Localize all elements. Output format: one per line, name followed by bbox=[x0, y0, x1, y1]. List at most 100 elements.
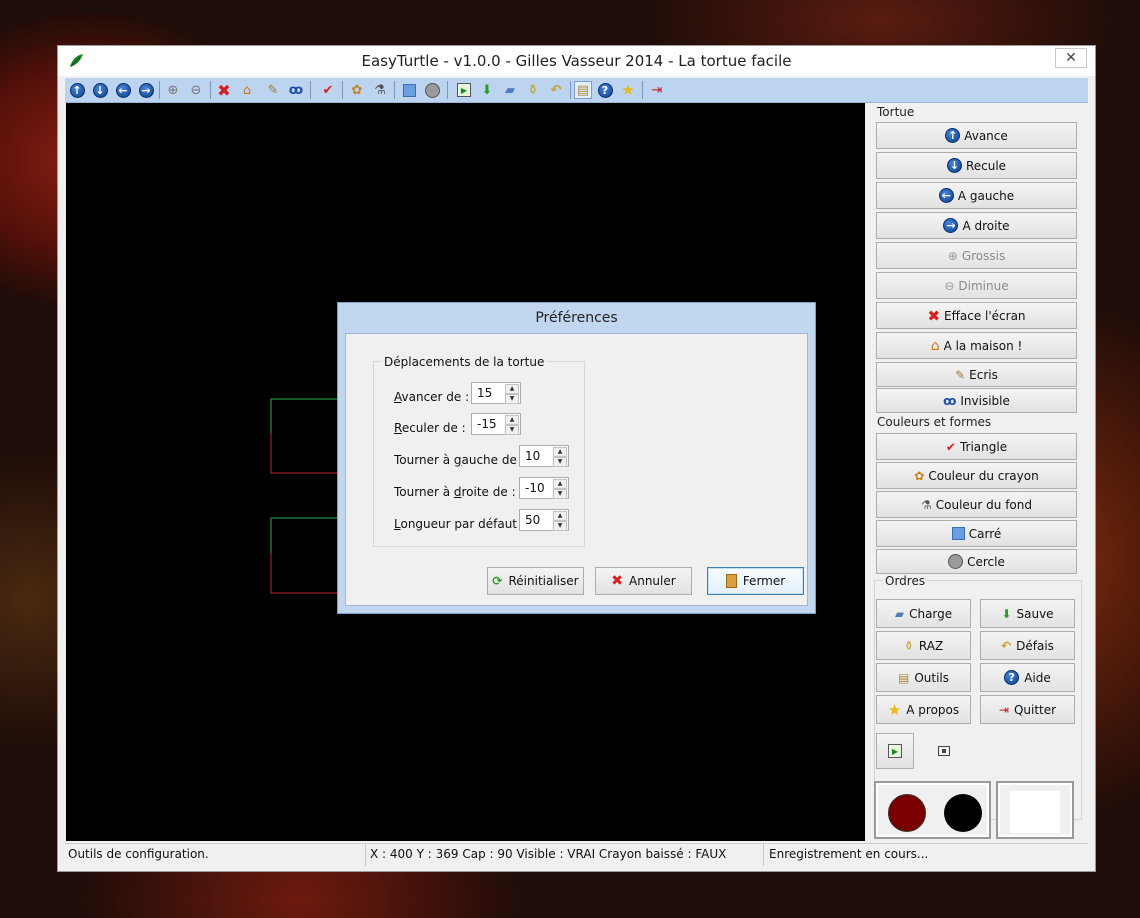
a-propos-button[interactable]: ★ A propos bbox=[876, 695, 971, 724]
defais-button[interactable]: ↶ Défais bbox=[980, 631, 1075, 660]
couleur-crayon-button[interactable]: ✿ Couleur du crayon bbox=[876, 462, 1077, 489]
efface-ecran-button[interactable]: ✖ Efface l'écran bbox=[876, 302, 1077, 329]
reculer-spinbox[interactable]: -15 ▲ ▼ bbox=[471, 413, 521, 435]
star-icon[interactable]: ★ bbox=[619, 81, 637, 99]
circle-icon[interactable] bbox=[423, 81, 441, 99]
arrow-left-icon: ← bbox=[938, 188, 954, 203]
home-icon[interactable]: ⌂ bbox=[238, 81, 256, 99]
tools-icon[interactable]: ▤ bbox=[574, 81, 592, 99]
charge-button[interactable]: ▰ Charge bbox=[876, 599, 971, 628]
stop-icon bbox=[938, 746, 950, 756]
button-label: A la maison ! bbox=[943, 338, 1023, 353]
toolbar-separator bbox=[159, 81, 160, 99]
quitter-button[interactable]: ⇥ Quitter bbox=[980, 695, 1075, 724]
spin-up-button[interactable]: ▲ bbox=[505, 415, 519, 425]
help-icon[interactable]: ? bbox=[596, 81, 614, 99]
spin-down-button[interactable]: ▼ bbox=[505, 425, 519, 435]
tourner-droite-label: Tourner à droite de : bbox=[394, 485, 516, 499]
toolbar-separator bbox=[570, 81, 571, 99]
longueur-spinbox[interactable]: 50 ▲ ▼ bbox=[519, 509, 569, 531]
palette-icon[interactable]: ✿ bbox=[348, 81, 366, 99]
binoculars-icon[interactable]: ꝏ bbox=[287, 81, 305, 99]
undo-icon[interactable]: ↶ bbox=[547, 81, 565, 99]
tourner-droite-spinbox[interactable]: -10 ▲ ▼ bbox=[519, 477, 569, 499]
paint-bucket-icon: ⚗ bbox=[921, 497, 932, 512]
invisible-button[interactable]: ꝏ Invisible bbox=[876, 388, 1077, 413]
spin-down-button[interactable]: ▼ bbox=[553, 457, 567, 467]
longueur-label: Longueur par défaut : bbox=[394, 517, 525, 531]
avance-button[interactable]: ↑ Avance bbox=[876, 122, 1077, 149]
button-label: Réinitialiser bbox=[508, 574, 579, 588]
button-label: RAZ bbox=[918, 638, 944, 653]
reinitialiser-button[interactable]: ⟳ Réinitialiser bbox=[487, 567, 584, 595]
status-separator bbox=[763, 844, 764, 866]
paint-bucket-icon[interactable]: ⚗ bbox=[371, 81, 389, 99]
spin-down-button[interactable]: ▼ bbox=[553, 489, 567, 499]
fermer-button[interactable]: Fermer bbox=[707, 567, 804, 595]
pen-icon[interactable]: ✎ bbox=[264, 81, 282, 99]
moves-group-title: Déplacements de la tortue bbox=[381, 355, 548, 369]
run-icon[interactable]: ▶ bbox=[455, 81, 473, 99]
outils-button[interactable]: ▤ Outils bbox=[876, 663, 971, 692]
arrow-left-icon[interactable]: ← bbox=[114, 81, 132, 99]
stop-button[interactable] bbox=[925, 733, 963, 769]
background-color-swatch-box bbox=[996, 781, 1074, 839]
spin-down-button[interactable]: ▼ bbox=[505, 394, 519, 404]
pen-color-swatch-secondary[interactable] bbox=[944, 794, 982, 832]
sauve-button[interactable]: ⬇ Sauve bbox=[980, 599, 1075, 628]
zoom-out-icon[interactable]: ⊖ bbox=[187, 81, 205, 99]
spin-up-button[interactable]: ▲ bbox=[553, 447, 567, 457]
pen-color-swatch[interactable] bbox=[888, 794, 926, 832]
longueur-value: 50 bbox=[525, 513, 541, 527]
triangle-button[interactable]: ✔ Triangle bbox=[876, 433, 1077, 460]
background-color-swatch[interactable] bbox=[1010, 791, 1060, 833]
clear-screen-icon[interactable]: ✖ bbox=[215, 81, 233, 100]
square-icon[interactable] bbox=[400, 81, 418, 99]
spin-up-button[interactable]: ▲ bbox=[505, 384, 519, 394]
status-message: Outils de configuration. bbox=[68, 847, 209, 861]
button-label: Outils bbox=[914, 670, 950, 685]
a-gauche-button[interactable]: ← A gauche bbox=[876, 182, 1077, 209]
tourner-gauche-spinbox[interactable]: 10 ▲ ▼ bbox=[519, 445, 569, 467]
a-droite-button[interactable]: → A droite bbox=[876, 212, 1077, 239]
arrow-right-icon[interactable]: → bbox=[137, 81, 155, 99]
annuler-button[interactable]: ✖ Annuler bbox=[595, 567, 692, 595]
ecris-button[interactable]: ✎ Ecris bbox=[876, 362, 1077, 387]
spin-down-button[interactable]: ▼ bbox=[553, 521, 567, 531]
close-window-button[interactable]: ✕ bbox=[1055, 48, 1087, 68]
diminue-button[interactable]: ⊖ Diminue bbox=[876, 272, 1077, 299]
aide-button[interactable]: ? Aide bbox=[980, 663, 1075, 692]
raz-button[interactable]: ⚱ RAZ bbox=[876, 631, 971, 660]
exit-icon: ⇥ bbox=[998, 702, 1009, 717]
button-label: A propos bbox=[906, 702, 960, 717]
recule-button[interactable]: ↓ Recule bbox=[876, 152, 1077, 179]
status-bar: Outils de configuration. X : 400 Y : 369… bbox=[65, 843, 1088, 866]
a-la-maison-button[interactable]: ⌂ A la maison ! bbox=[876, 332, 1077, 359]
tourner-gauche-label-text: Tourner à gauche de : bbox=[394, 453, 525, 467]
arrow-up-icon[interactable]: ↑ bbox=[68, 81, 86, 99]
refresh-icon: ⟳ bbox=[492, 574, 503, 588]
button-label: Sauve bbox=[1016, 606, 1054, 621]
carre-button[interactable]: Carré bbox=[876, 520, 1077, 547]
cercle-button[interactable]: Cercle bbox=[876, 549, 1077, 574]
spin-up-button[interactable]: ▲ bbox=[553, 511, 567, 521]
arrow-down-icon: ↓ bbox=[946, 158, 962, 173]
save-icon[interactable]: ⬇ bbox=[478, 81, 496, 99]
button-label: Grossis bbox=[961, 248, 1006, 263]
couleur-fond-button[interactable]: ⚗ Couleur du fond bbox=[876, 491, 1077, 518]
button-label: Triangle bbox=[959, 439, 1008, 454]
avancer-spinbox[interactable]: 15 ▲ ▼ bbox=[471, 382, 521, 404]
arrow-down-icon[interactable]: ↓ bbox=[91, 81, 109, 99]
circle-icon bbox=[948, 554, 964, 569]
grossis-button[interactable]: ⊕ Grossis bbox=[876, 242, 1077, 269]
exit-icon[interactable]: ⇥ bbox=[648, 81, 666, 99]
spin-up-button[interactable]: ▲ bbox=[553, 479, 567, 489]
zoom-in-icon[interactable]: ⊕ bbox=[164, 81, 182, 99]
run-button[interactable]: ▶ bbox=[876, 733, 914, 769]
pen-color-swatches bbox=[874, 781, 991, 839]
undo-icon: ↶ bbox=[1001, 638, 1012, 653]
open-folder-icon[interactable]: ▰ bbox=[501, 81, 519, 99]
check-icon[interactable]: ✔ bbox=[319, 81, 337, 99]
broom-icon[interactable]: ⚱ bbox=[524, 81, 542, 99]
save-icon: ⬇ bbox=[1001, 606, 1012, 621]
